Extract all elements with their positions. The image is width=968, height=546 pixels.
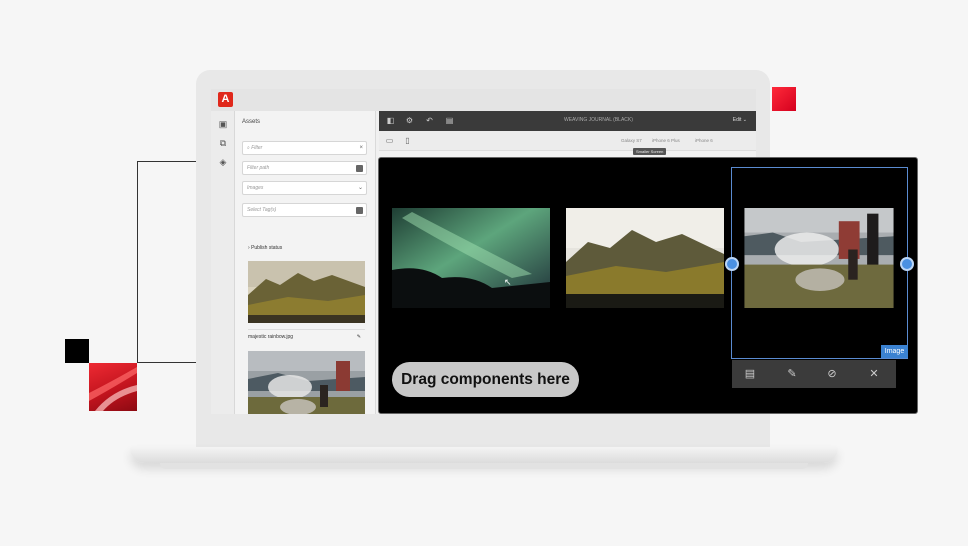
device-iphone6[interactable]: iPhone 6	[695, 138, 713, 143]
edit-pencil-icon[interactable]: ✎	[357, 330, 361, 344]
path-placeholder: Filter path	[247, 165, 270, 171]
asset-thumbnail-mountains[interactable]	[248, 261, 365, 323]
hide-icon[interactable]: ⊘	[824, 366, 840, 382]
desktop-icon[interactable]: ▭	[385, 136, 394, 145]
assets-panel: Assets ⌕ Filter × Filter path Images ⌄ S…	[235, 111, 376, 414]
chevron-down-icon: ⌄	[357, 185, 363, 191]
publish-status-toggle[interactable]: › Publish status	[248, 245, 282, 251]
aurora-image[interactable]: ↖	[392, 208, 550, 308]
brand-swoosh-icon	[89, 367, 137, 411]
asset-thumbnail-smoke[interactable]	[248, 351, 365, 414]
asset-name-text: majestic rainbow.jpg	[248, 334, 294, 340]
type-placeholder: Images	[247, 185, 264, 191]
laptop-base	[130, 447, 838, 463]
connector-line-vertical	[137, 161, 138, 362]
edit-image-icon[interactable]: ✎	[784, 366, 800, 382]
components-icon[interactable]: ⧉	[218, 138, 228, 148]
properties-icon[interactable]: ⚙	[405, 116, 414, 125]
decorative-red-brand-square	[89, 363, 137, 411]
mode-label: Edit	[732, 117, 742, 123]
close-icon[interactable]: ✕	[866, 366, 882, 382]
filter-input[interactable]: ⌕ Filter ×	[242, 141, 367, 155]
asset-name: majestic rainbow.jpg ✎	[248, 329, 365, 343]
tags-input[interactable]: Select Tag(s)	[242, 203, 367, 217]
device-iphone6plus[interactable]: iPhone 6 Plus	[652, 138, 680, 143]
tags-placeholder: Select Tag(s)	[247, 207, 277, 213]
side-rail: ▣ ⧉ ◈	[211, 111, 235, 414]
adobe-logo-icon[interactable]: A	[218, 92, 233, 107]
connector-line-bottom	[137, 362, 196, 363]
path-browse-icon[interactable]	[356, 165, 363, 172]
close-icon[interactable]: ×	[359, 142, 363, 154]
undo-icon[interactable]: ↶	[425, 116, 434, 125]
configure-icon[interactable]: ▤	[742, 366, 758, 382]
assets-icon[interactable]: ▣	[218, 119, 228, 129]
type-select[interactable]: Images ⌄	[242, 181, 367, 195]
device-bar: ▭ ▯ Galaxy S7 iPhone 6 Plus iPhone 6	[379, 131, 756, 151]
path-input[interactable]: Filter path	[242, 161, 367, 175]
app-header: A	[211, 89, 756, 111]
component-toolbar: ▤ ✎ ⊘ ✕	[732, 360, 896, 388]
resize-handle-right[interactable]	[900, 257, 914, 271]
decorative-black-square	[65, 339, 89, 363]
tags-browse-icon[interactable]	[356, 207, 363, 214]
preview-icon[interactable]: ▤	[445, 116, 454, 125]
svg-text:↖: ↖	[504, 278, 512, 288]
resize-handle-left[interactable]	[725, 257, 739, 271]
connector-line-top	[137, 161, 196, 162]
filter-placeholder: Filter	[251, 145, 263, 151]
document-title: WEAVING JOURNAL (BLACK)	[564, 117, 633, 123]
mobile-icon[interactable]: ▯	[403, 136, 412, 145]
assets-title: Assets	[242, 119, 261, 125]
mountain-image[interactable]	[566, 208, 724, 308]
editor-toolbar: ◧ ⚙ ↶ ▤ WEAVING JOURNAL (BLACK) Edit ⌄	[379, 111, 756, 131]
selected-component-frame[interactable]	[731, 167, 908, 359]
component-type-badge: Image	[881, 345, 908, 358]
decorative-red-square	[772, 87, 796, 111]
smaller-screen-tooltip: Smaller Screen	[633, 148, 667, 155]
chevron-down-icon: ⌄	[742, 117, 747, 123]
publish-status-label: Publish status	[251, 245, 283, 251]
device-galaxy[interactable]: Galaxy S7	[621, 138, 642, 143]
side-panel-icon[interactable]: ◧	[386, 116, 395, 125]
laptop-foot	[160, 463, 808, 469]
drag-components-dropzone[interactable]: Drag components here	[392, 362, 579, 397]
mode-select[interactable]: Edit ⌄	[733, 117, 747, 123]
layers-icon[interactable]: ◈	[218, 157, 228, 167]
